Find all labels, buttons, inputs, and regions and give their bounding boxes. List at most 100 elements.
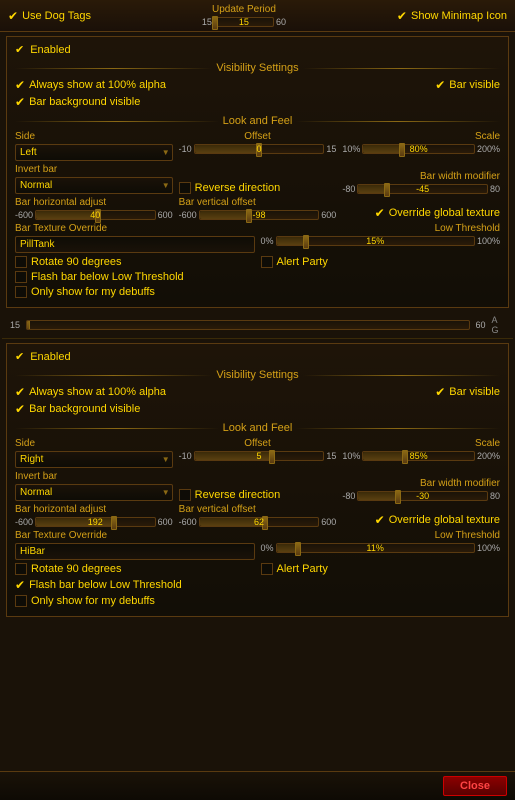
close-button[interactable]: Close xyxy=(443,776,507,796)
panel1-barwidth-track[interactable]: -45 xyxy=(357,184,488,194)
panel2-texture-value: HiBar xyxy=(20,546,45,557)
use-dog-tags-check[interactable]: ✔ xyxy=(8,9,18,23)
panel1-lookfeel-divider: Look and Feel xyxy=(15,115,500,127)
panel1-texture-input[interactable]: PillTank xyxy=(15,236,255,253)
panel1-invert-select[interactable]: Normal ▼ xyxy=(15,177,173,194)
panel2-horiz-track[interactable]: 192 xyxy=(35,517,156,527)
mid-slider-track[interactable] xyxy=(26,320,470,330)
panel2-invert-select[interactable]: Normal ▼ xyxy=(15,484,173,501)
panel2-offset-group: Offset -10 5 15 xyxy=(179,438,337,468)
panel2-scale-track[interactable]: 85% xyxy=(362,451,475,461)
panel2-visibility-divider: Visibility Settings xyxy=(15,369,500,381)
panel2-rotate-label: Rotate 90 degrees xyxy=(31,563,122,575)
panel2-always-show-check[interactable]: ✔ xyxy=(15,385,25,399)
panel1-vert-label: Bar vertical offset xyxy=(179,197,337,208)
panel2-side-value: Right xyxy=(20,454,43,465)
panel2-texture-label: Bar Texture Override xyxy=(15,530,255,541)
panel2-always-show-row: ✔ Always show at 100% alpha xyxy=(15,385,166,399)
panel2-rotate-check[interactable] xyxy=(15,563,27,575)
update-period-track[interactable]: 15 xyxy=(214,17,274,27)
panel1-vert-slider[interactable]: -600 -98 600 xyxy=(179,210,337,220)
panel1-override-row: ✔ Override global texture xyxy=(375,206,500,220)
panel2-barwidth-slider[interactable]: -80 -30 80 xyxy=(342,491,500,501)
panel1-invert-group: Invert bar Normal ▼ xyxy=(15,164,173,194)
panel2-reverse-check[interactable] xyxy=(179,489,191,501)
panel2-flash-check[interactable]: ✔ xyxy=(15,578,25,592)
panel1-texture-group: Bar Texture Override PillTank xyxy=(15,223,255,253)
panel1-horiz-vert-override: Bar horizontal adjust -600 40 600 Bar ve… xyxy=(15,197,500,220)
mid-slider[interactable] xyxy=(26,320,470,330)
panel1-bar-bg-check[interactable]: ✔ xyxy=(15,95,25,109)
panel2-alert-check[interactable] xyxy=(261,563,273,575)
panel2-scale-slider[interactable]: 10% 85% 200% xyxy=(342,451,500,461)
panel1-barwidth-slider[interactable]: -80 -45 80 xyxy=(342,184,500,194)
panel2-override-check[interactable]: ✔ xyxy=(375,513,385,527)
panel1-horiz-slider[interactable]: -600 40 600 xyxy=(15,210,173,220)
panel1-always-show-check[interactable]: ✔ xyxy=(15,78,25,92)
panel2-offset-track[interactable]: 5 xyxy=(194,451,325,461)
panel1-lowthresh-track[interactable]: 15% xyxy=(276,236,475,246)
panel1-alert-check[interactable] xyxy=(261,256,273,268)
update-period-min: 15 xyxy=(202,17,212,27)
panel2-lowthresh-slider[interactable]: 0% 11% 100% xyxy=(261,543,501,553)
panel2-horiz-max: 600 xyxy=(158,517,173,527)
panel2-override-label: Override global texture xyxy=(389,514,500,526)
panel2-texture-threshold: Bar Texture Override HiBar Low Threshold… xyxy=(15,530,500,560)
panel1-rotate-check[interactable] xyxy=(15,256,27,268)
panel2-vert-track[interactable]: 62 xyxy=(199,517,320,527)
panel1-bar-visible-check[interactable]: ✔ xyxy=(435,78,445,92)
update-period-value: 15 xyxy=(239,17,249,27)
panel2-lowthresh-track[interactable]: 11% xyxy=(276,543,475,553)
top-bar: ✔ Use Dog Tags Update Period 15 15 60 ✔ … xyxy=(0,0,515,32)
panel1-horiz-track[interactable]: 40 xyxy=(35,210,156,220)
show-minimap-check[interactable]: ✔ xyxy=(397,9,407,23)
panel2-lowthresh-group: Low Threshold 0% 11% 100% xyxy=(261,530,501,560)
panel1-lowthresh-min: 0% xyxy=(261,236,274,246)
main-window: ✔ Use Dog Tags Update Period 15 15 60 ✔ … xyxy=(0,0,515,800)
panel2-override-row: ✔ Override global texture xyxy=(375,513,500,527)
panel2-texture-input[interactable]: HiBar xyxy=(15,543,255,560)
panel1-barwidth-value: -45 xyxy=(416,184,429,194)
bottom-bar: Close xyxy=(0,771,515,800)
panel1-scale-track[interactable]: 80% xyxy=(362,144,475,154)
panel1-offset-slider[interactable]: -10 0 15 xyxy=(179,144,337,154)
update-period-slider[interactable]: 15 15 60 xyxy=(202,17,286,27)
panel1-override-check[interactable]: ✔ xyxy=(375,206,385,220)
panel1-always-show-row: ✔ Always show at 100% alpha xyxy=(15,78,166,92)
panel1-flash-check[interactable] xyxy=(15,271,27,283)
panel1-reverse-check[interactable] xyxy=(179,182,191,194)
panel1-side-arrow: ▼ xyxy=(162,148,170,157)
panel1-vert-track[interactable]: -98 xyxy=(199,210,320,220)
panel1-scale-slider[interactable]: 10% 80% 200% xyxy=(342,144,500,154)
panel2-only-show-check[interactable] xyxy=(15,595,27,607)
panel1-offset-min: -10 xyxy=(179,144,192,154)
panel2-offset-max: 15 xyxy=(326,451,336,461)
panel1-enabled-check[interactable]: ✔ xyxy=(15,43,24,56)
panel2-barwidth-track[interactable]: -30 xyxy=(357,491,488,501)
mid-left-num: 15 xyxy=(10,320,20,330)
panel2-bar-visible-row: ✔ Bar visible xyxy=(435,385,500,399)
update-period-max: 60 xyxy=(276,17,286,27)
panel1-visibility-divider: Visibility Settings xyxy=(15,62,500,74)
panel2-invert-group: Invert bar Normal ▼ xyxy=(15,471,173,501)
panel1-invert-value: Normal xyxy=(20,180,52,191)
panel2-offset-min: -10 xyxy=(179,451,192,461)
panel2-horiz-vert-override: Bar horizontal adjust -600 192 600 Bar v… xyxy=(15,504,500,527)
panel2-bar-bg-check[interactable]: ✔ xyxy=(15,402,25,416)
panel1-lowthresh-slider[interactable]: 0% 15% 100% xyxy=(261,236,501,246)
panel2-bar-visible-check[interactable]: ✔ xyxy=(435,385,445,399)
show-minimap-label: Show Minimap Icon xyxy=(411,10,507,22)
panel2-horiz-slider[interactable]: -600 192 600 xyxy=(15,517,173,527)
panel1-only-show-check[interactable] xyxy=(15,286,27,298)
panel2-vert-slider[interactable]: -600 62 600 xyxy=(179,517,337,527)
panel1-scale-max: 200% xyxy=(477,144,500,154)
panel1-side-select[interactable]: Left ▼ xyxy=(15,144,173,161)
panel2-offset-slider[interactable]: -10 5 15 xyxy=(179,451,337,461)
panel1-rotate-row: Rotate 90 degrees xyxy=(15,256,255,268)
panel1-offset-track[interactable]: 0 xyxy=(194,144,325,154)
panel2-alert-label: Alert Party xyxy=(277,563,328,575)
panel1-lookfeel-label: Look and Feel xyxy=(223,115,293,127)
panel2-side-select[interactable]: Right ▼ xyxy=(15,451,173,468)
panel2-enabled-check[interactable]: ✔ xyxy=(15,350,24,363)
panel2-visibility-label: Visibility Settings xyxy=(216,369,298,381)
